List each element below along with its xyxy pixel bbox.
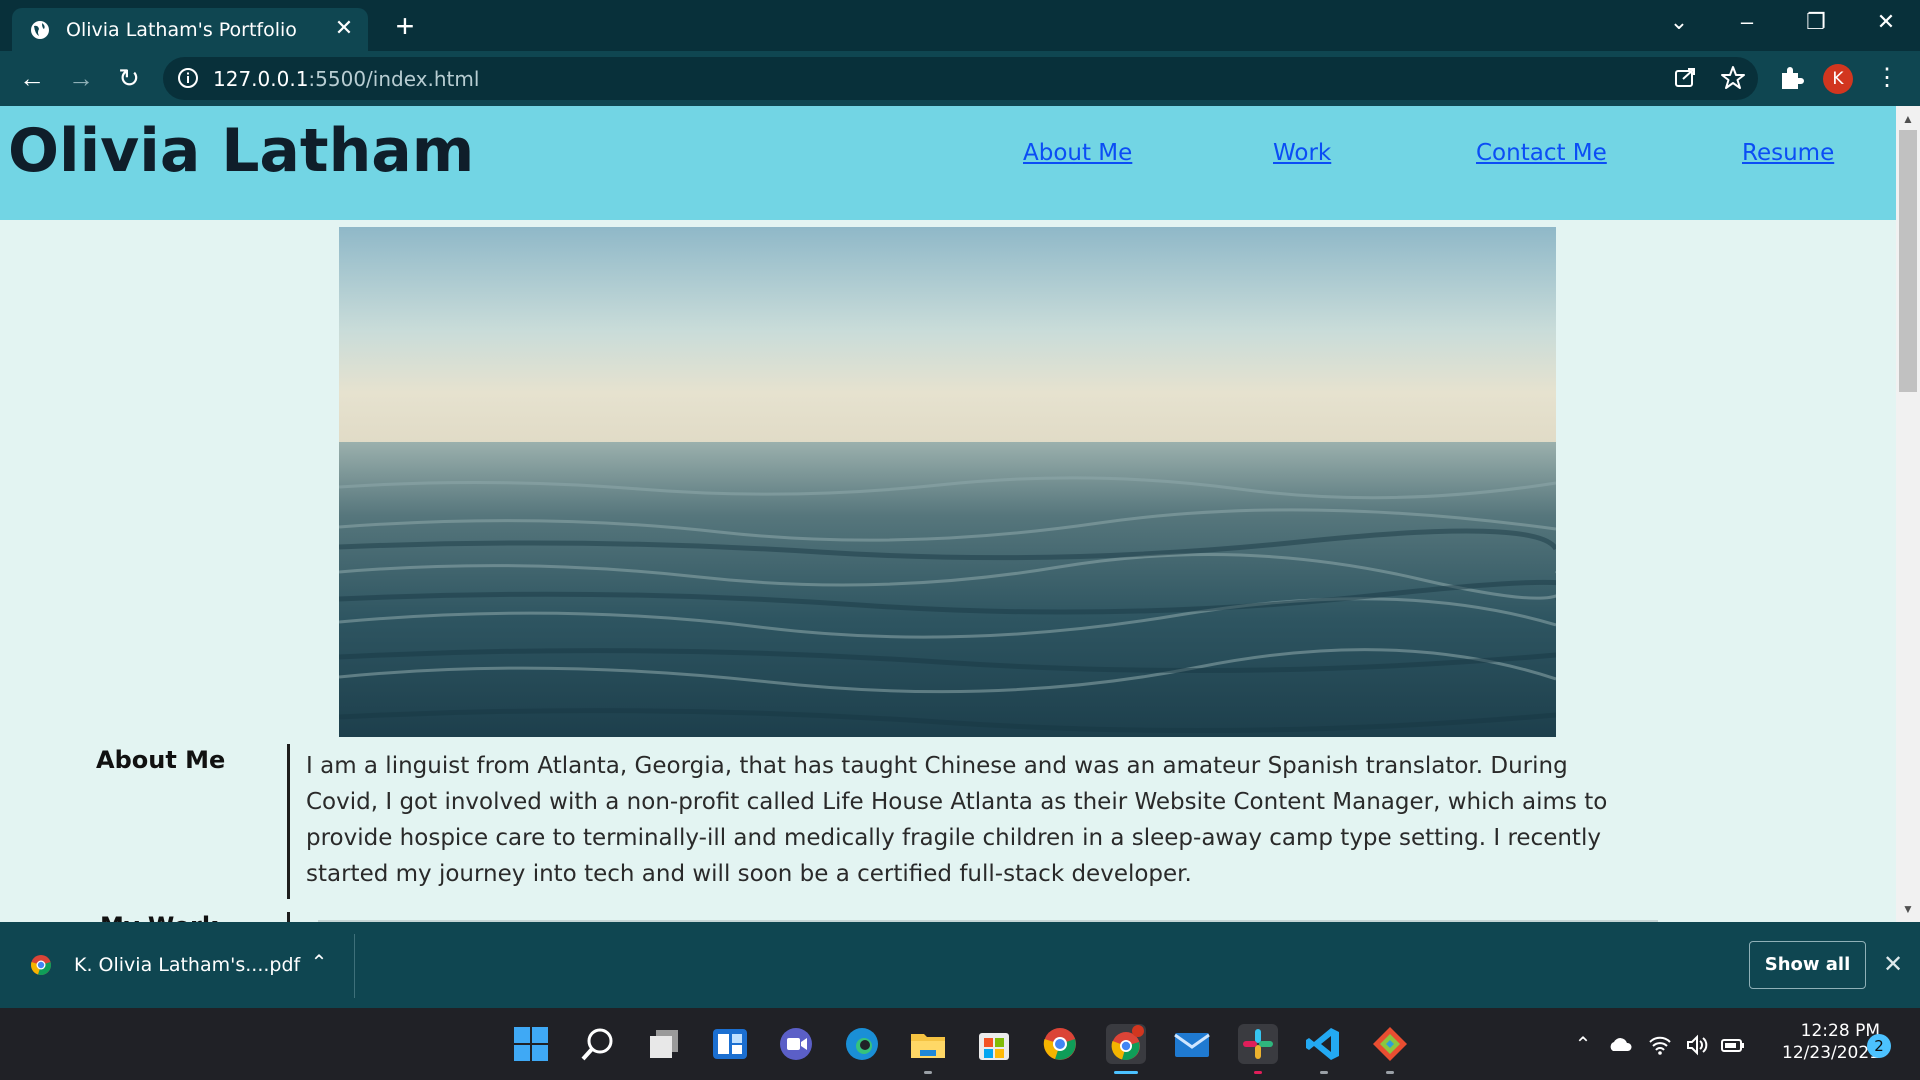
- tab-search-chevron-icon[interactable]: ⌄: [1659, 6, 1699, 38]
- scrollbar-thumb[interactable]: [1899, 130, 1917, 392]
- share-icon[interactable]: [1670, 63, 1700, 93]
- my-work-heading: My Work: [100, 912, 218, 922]
- system-clock[interactable]: 12:28 PM 12/23/2021: [1760, 1020, 1880, 1064]
- show-all-button[interactable]: Show all: [1749, 941, 1866, 989]
- clock-time: 12:28 PM: [1800, 1021, 1880, 1041]
- onedrive-cloud-icon[interactable]: [1607, 1032, 1633, 1058]
- browser-tab-strip: Olivia Latham's Portfolio ✕ + ⌄ – ❐ ✕: [0, 0, 1920, 51]
- widgets-icon[interactable]: [710, 1024, 750, 1064]
- git-gui-icon[interactable]: [1370, 1024, 1410, 1064]
- download-file-name[interactable]: K. Olivia Latham's....pdf: [74, 954, 300, 976]
- site-title: Olivia Latham: [8, 116, 475, 186]
- task-view-icon[interactable]: [644, 1024, 684, 1064]
- running-indicator: [924, 1071, 932, 1074]
- notification-badge[interactable]: 2: [1867, 1034, 1891, 1058]
- profile-avatar[interactable]: K: [1823, 64, 1853, 94]
- site-info-icon[interactable]: [177, 67, 199, 89]
- page-viewport: Olivia Latham About Me Work Contact Me R…: [0, 106, 1896, 922]
- clock-date: 12/23/2021: [1782, 1043, 1880, 1063]
- tab-title: Olivia Latham's Portfolio: [66, 19, 297, 41]
- scroll-down-icon[interactable]: ▼: [1896, 898, 1920, 920]
- chevron-up-icon[interactable]: ⌃: [306, 950, 332, 976]
- nav-link-contact-me[interactable]: Contact Me: [1476, 140, 1607, 166]
- about-me-heading: About Me: [96, 746, 226, 774]
- microsoft-store-icon[interactable]: [974, 1024, 1014, 1064]
- url-path: :5500/index.html: [308, 67, 480, 91]
- chrome-file-icon: [31, 955, 51, 975]
- mail-icon[interactable]: [1172, 1024, 1212, 1064]
- search-icon[interactable]: [578, 1024, 618, 1064]
- browser-toolbar: ← → ↻ 127.0.0.1:5500/index.html K ⋮: [0, 51, 1920, 106]
- vscode-icon[interactable]: [1304, 1024, 1344, 1064]
- globe-icon: [31, 21, 49, 39]
- nav-link-work[interactable]: Work: [1273, 140, 1331, 166]
- slack-icon[interactable]: [1238, 1024, 1278, 1064]
- download-divider: [354, 934, 355, 998]
- url-text: 127.0.0.1:5500/index.html: [213, 67, 479, 91]
- volume-icon[interactable]: [1684, 1032, 1710, 1058]
- nav-link-resume[interactable]: Resume: [1742, 140, 1834, 166]
- chrome-icon[interactable]: [1040, 1024, 1080, 1064]
- wifi-icon[interactable]: [1647, 1032, 1673, 1058]
- reload-icon[interactable]: ↻: [114, 63, 144, 93]
- chevron-up-tray-icon[interactable]: ⌃: [1570, 1032, 1596, 1058]
- windows-start-icon[interactable]: [511, 1024, 551, 1064]
- about-me-paragraph: I am a linguist from Atlanta, Georgia, t…: [306, 753, 1608, 887]
- scroll-up-icon[interactable]: ▲: [1896, 108, 1920, 130]
- work-divider: [287, 912, 290, 922]
- close-window-icon[interactable]: ✕: [1866, 6, 1906, 38]
- tab-close-icon[interactable]: ✕: [332, 16, 356, 40]
- battery-icon[interactable]: [1720, 1032, 1746, 1058]
- browser-tab-active[interactable]: Olivia Latham's Portfolio ✕: [12, 8, 368, 51]
- bookmark-star-icon[interactable]: [1718, 63, 1748, 93]
- url-host: 127.0.0.1: [213, 67, 309, 91]
- extensions-icon[interactable]: [1776, 63, 1806, 93]
- address-bar[interactable]: 127.0.0.1:5500/index.html: [163, 57, 1758, 100]
- edge-icon[interactable]: [842, 1024, 882, 1064]
- new-tab-icon[interactable]: +: [390, 10, 420, 42]
- windows-taskbar: ⌃ 12:28 PM 12/23/2021 2: [0, 1008, 1920, 1080]
- chrome-profile-k-icon[interactable]: [1106, 1024, 1146, 1064]
- restore-icon[interactable]: ❐: [1796, 6, 1836, 38]
- menu-kebab-icon[interactable]: ⋮: [1872, 63, 1902, 93]
- nav-link-about-me[interactable]: About Me: [1023, 140, 1132, 166]
- download-shelf: K. Olivia Latham's....pdf ⌃ Show all ✕: [0, 922, 1920, 1008]
- back-icon[interactable]: ←: [17, 63, 47, 93]
- site-header: Olivia Latham About Me Work Contact Me R…: [0, 106, 1896, 220]
- running-indicator: [1320, 1071, 1328, 1074]
- running-indicator: [1386, 1071, 1394, 1074]
- file-explorer-icon[interactable]: [908, 1024, 948, 1064]
- running-indicator: [1254, 1071, 1262, 1074]
- minimize-icon[interactable]: –: [1727, 6, 1767, 38]
- forward-icon[interactable]: →: [66, 63, 96, 93]
- about-divider: [287, 744, 290, 899]
- active-app-indicator: [1114, 1071, 1138, 1074]
- close-download-bar-icon[interactable]: ✕: [1880, 952, 1906, 978]
- hero-ocean-image: [339, 227, 1556, 737]
- teams-chat-icon[interactable]: [776, 1024, 816, 1064]
